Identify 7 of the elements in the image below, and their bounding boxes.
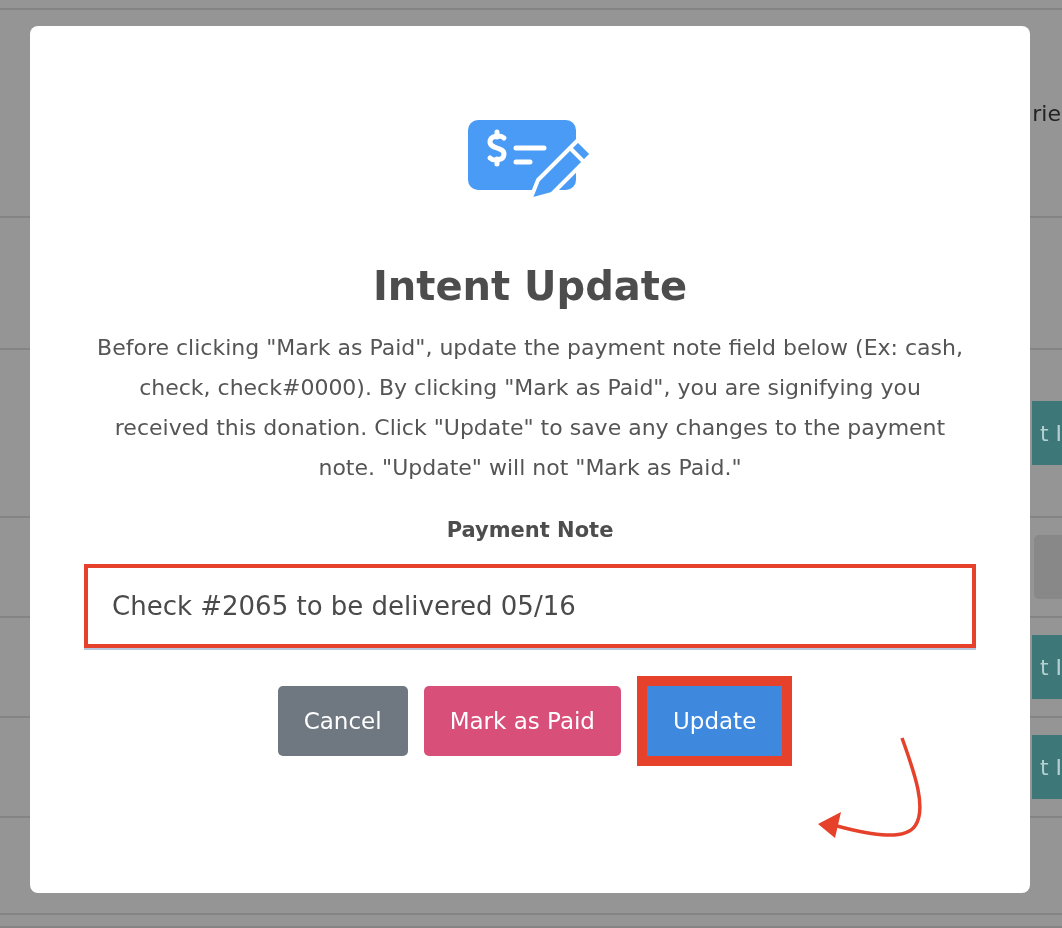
cancel-button[interactable]: Cancel xyxy=(277,686,408,756)
background-text: rie xyxy=(1032,100,1061,126)
mark-paid-button[interactable]: Mark as Paid xyxy=(423,686,621,756)
payment-note-field[interactable]: Check #2065 to be delivered 05/16 xyxy=(84,564,976,648)
dialog-message: Before clicking "Mark as Paid", update the payment note field below (Ex: cash, check, check#0000). By clicking "Mark as Paid", you are signifying you received this donation. Click "Update" to save any changes to the payment note. "Update" will not "Mark as Paid." xyxy=(96,334,964,482)
field-label: Payment Note xyxy=(446,518,614,542)
dialog-title: Intent Update xyxy=(372,262,688,311)
